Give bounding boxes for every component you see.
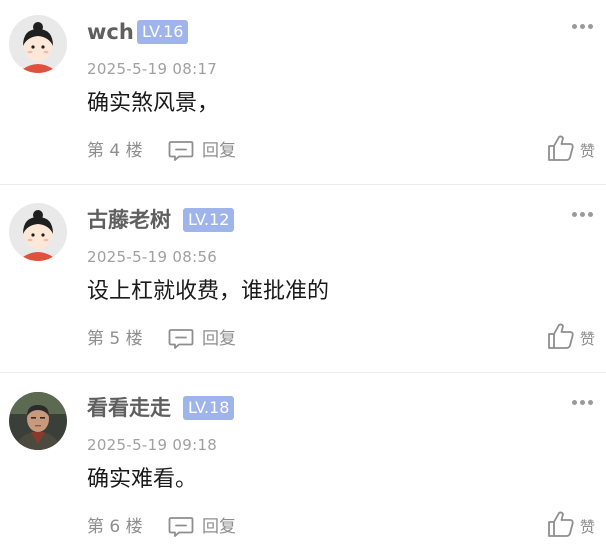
divider xyxy=(0,184,606,185)
comment-item: 古藤老树 LV.12 2025-5-19 08:56 设上杠就收费，谁批准的 第… xyxy=(0,188,606,376)
floor-number: 第 5 楼 xyxy=(87,329,143,349)
like-label: 赞 xyxy=(580,518,596,536)
avatar[interactable] xyxy=(9,15,67,73)
level-badge: LV.12 xyxy=(183,208,235,232)
like-button[interactable]: 赞 xyxy=(546,321,602,353)
reply-label: 回复 xyxy=(202,329,236,349)
like-button[interactable]: 赞 xyxy=(546,133,602,165)
reply-icon xyxy=(168,141,194,161)
thumbs-up-icon xyxy=(548,135,574,161)
comment-time: 2025-5-19 08:17 xyxy=(87,60,218,78)
more-options-icon[interactable] xyxy=(572,400,594,406)
level-badge: LV.16 xyxy=(137,20,189,44)
cartoon-girl-avatar-icon xyxy=(9,203,67,261)
more-options-icon[interactable] xyxy=(572,24,594,30)
avatar[interactable] xyxy=(9,203,67,261)
like-label: 赞 xyxy=(580,330,596,348)
avatar[interactable] xyxy=(9,392,67,450)
username[interactable]: wch xyxy=(87,18,134,46)
comment-time: 2025-5-19 08:56 xyxy=(87,248,218,266)
more-options-icon[interactable] xyxy=(572,212,594,218)
username[interactable]: 古藤老树 xyxy=(87,206,171,234)
comment-item: 看看走走 LV.18 2025-5-19 09:18 确实难看。 第 6 楼 回… xyxy=(0,376,606,548)
thumbs-up-icon xyxy=(548,323,574,349)
divider xyxy=(0,372,606,373)
comment-item: wch LV.16 2025-5-19 08:17 确实煞风景， 第 4 楼 回… xyxy=(0,0,606,188)
floor-number: 第 4 楼 xyxy=(87,141,143,161)
comment-text: 确实煞风景， xyxy=(87,91,220,116)
comment-time: 2025-5-19 09:18 xyxy=(87,436,218,454)
thumbs-up-icon xyxy=(548,511,574,537)
like-button[interactable]: 赞 xyxy=(546,509,602,541)
man-photo-avatar-icon xyxy=(9,392,67,450)
floor-number: 第 6 楼 xyxy=(87,517,143,537)
reply-icon xyxy=(168,517,194,537)
reply-icon xyxy=(168,329,194,349)
comment-text: 设上杠就收费，谁批准的 xyxy=(87,279,330,304)
reply-label: 回复 xyxy=(202,517,236,537)
reply-label: 回复 xyxy=(202,141,236,161)
level-badge: LV.18 xyxy=(183,396,235,420)
like-label: 赞 xyxy=(580,142,596,160)
username[interactable]: 看看走走 xyxy=(87,394,171,422)
comment-text: 确实难看。 xyxy=(87,467,198,492)
cartoon-girl-avatar-icon xyxy=(9,15,67,73)
